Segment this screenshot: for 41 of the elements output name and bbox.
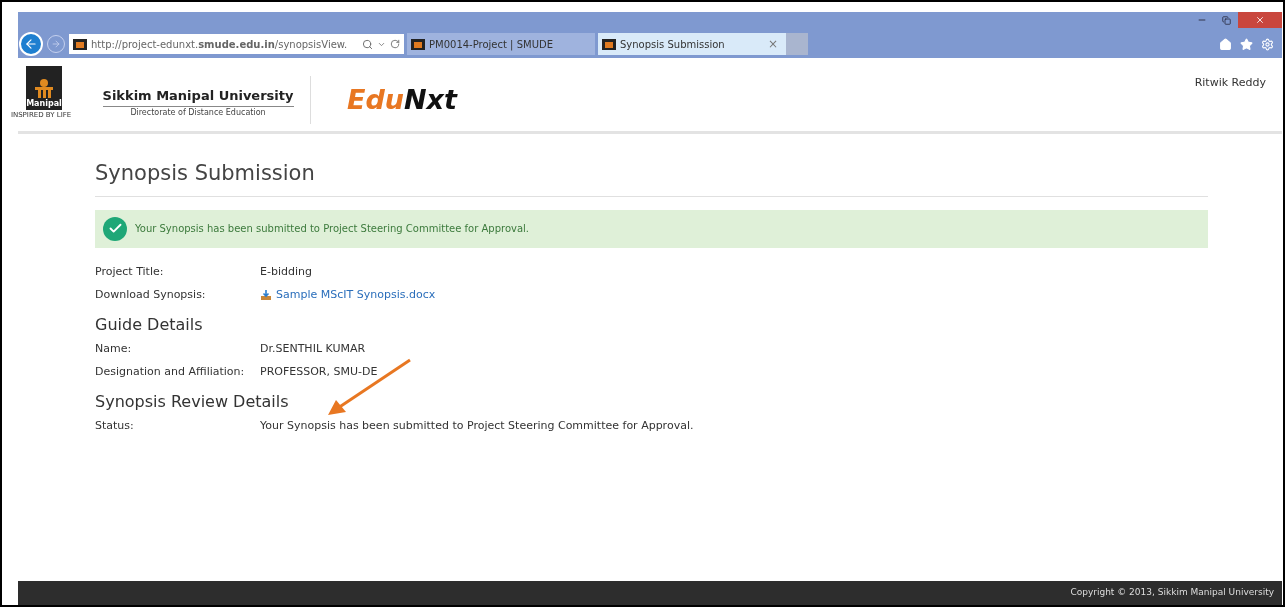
tab-title: Synopsis Submission	[620, 37, 726, 52]
field-label: Download Synopsis:	[95, 287, 207, 303]
copyright-text: Copyright © 2013, Sikkim Manipal University	[1070, 586, 1274, 600]
search-icon[interactable]	[362, 38, 373, 50]
page-title: Synopsis Submission	[95, 158, 1208, 197]
home-icon[interactable]	[1219, 37, 1232, 51]
field-value: E-bidding	[260, 263, 312, 280]
url-text: http://project-edunxt.smude.edu.in/synopsisView.	[91, 37, 349, 52]
field-value: Your Synopsis has been submitted to Project Steering Committee for Approval.	[260, 417, 694, 434]
university-name: Sikkim Manipal University	[102, 86, 294, 107]
close-icon	[1255, 15, 1265, 25]
arrow-right-icon	[51, 39, 61, 49]
address-bar[interactable]: http://project-edunxt.smude.edu.in/synopsisView.	[69, 34, 404, 54]
field-label: Project Title:	[95, 263, 165, 280]
tab-title: PM0014-Project | SMUDE	[429, 37, 554, 52]
restore-icon	[1221, 15, 1231, 25]
site-icon	[602, 38, 616, 50]
back-button[interactable]	[19, 32, 43, 56]
manipal-logo: Manipal	[26, 66, 62, 110]
download-icon	[260, 289, 272, 302]
settings-icon[interactable]	[1261, 37, 1274, 51]
browser-tab[interactable]: Synopsis Submission ×	[598, 33, 786, 55]
download-link[interactable]: Sample MScIT Synopsis.docx	[260, 287, 436, 304]
alert-message: Your Synopsis has been submitted to Project Steering Committee for Approval.	[135, 222, 530, 236]
field-value: PROFESSOR, SMU-DE	[260, 364, 378, 380]
section-heading: Synopsis Review Details	[95, 390, 290, 413]
site-icon	[411, 38, 425, 50]
site-icon	[73, 38, 87, 50]
field-label: Name:	[95, 340, 133, 357]
user-name[interactable]: Ritwik Reddy	[1194, 75, 1266, 92]
section-heading: Guide Details	[95, 313, 204, 336]
edunxt-logo: EduNxt	[347, 83, 457, 117]
field-label: Designation and Affiliation:	[95, 364, 246, 380]
check-icon	[103, 216, 127, 241]
favorites-icon[interactable]	[1240, 37, 1253, 51]
field-value: Dr.SENTHIL KUMAR	[260, 340, 366, 357]
refresh-icon[interactable]	[390, 39, 400, 49]
tab-close-button[interactable]: ×	[767, 35, 782, 53]
browser-tab[interactable]: PM0014-Project | SMUDE	[407, 33, 595, 55]
field-label: Status:	[95, 417, 135, 434]
directorate-name: Directorate of Distance Education	[130, 106, 266, 119]
